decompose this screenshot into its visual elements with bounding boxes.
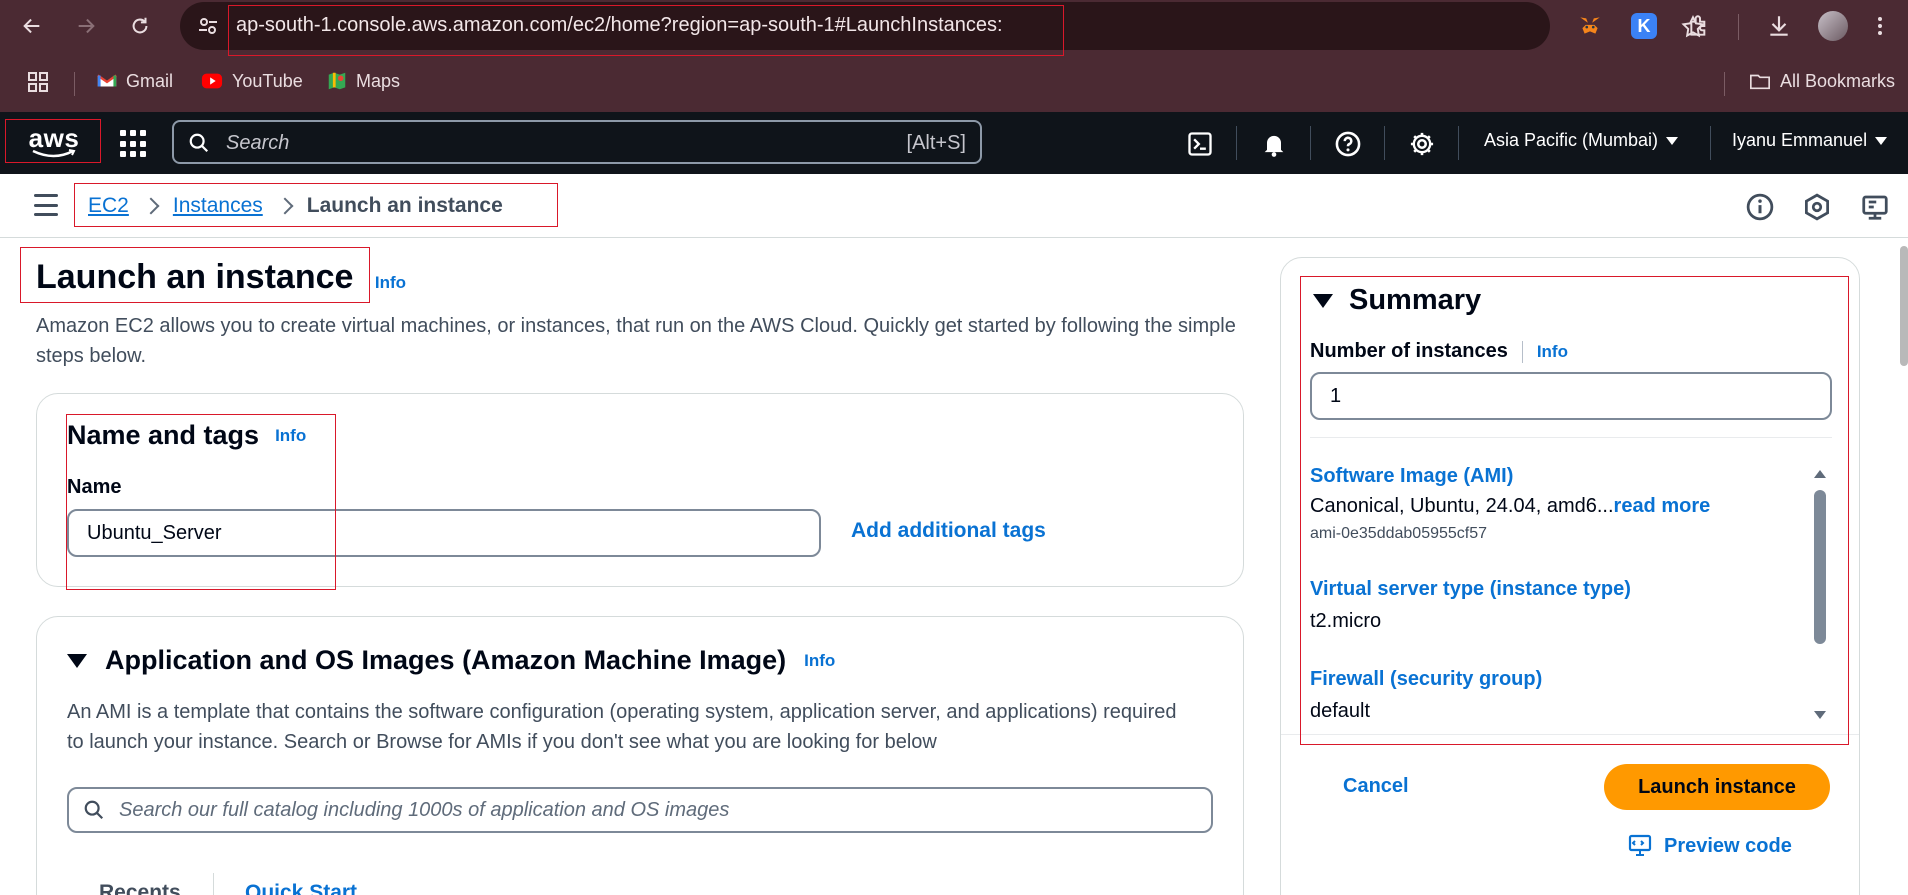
kebab-menu-icon[interactable] [1866, 12, 1894, 40]
preview-code-label: Preview code [1664, 834, 1792, 857]
search-icon [84, 800, 104, 820]
add-additional-tags-link[interactable]: Add additional tags [851, 519, 1046, 543]
nav-divider [1384, 126, 1385, 160]
arrow-right-icon [78, 18, 95, 34]
cloudshell-icon[interactable] [1186, 130, 1214, 158]
forward-button[interactable] [68, 8, 104, 44]
page-description: Amazon EC2 allows you to create virtual … [36, 315, 1236, 367]
ami-panel: Application and OS Images (Amazon Machin… [36, 616, 1244, 895]
search-icon [189, 133, 209, 153]
apps-grid-icon[interactable] [26, 70, 50, 94]
bookmark-maps[interactable]: Maps [326, 70, 400, 92]
bookmark-youtube[interactable]: YouTube [200, 70, 303, 92]
split-panel-icon[interactable] [1860, 192, 1890, 222]
bookmark-divider [74, 72, 75, 96]
preview-code-icon [1628, 834, 1652, 856]
ami-heading: Application and OS Images (Amazon Machin… [105, 645, 787, 675]
services-menu-icon[interactable] [120, 130, 148, 158]
info-circle-icon[interactable] [1745, 192, 1775, 222]
k-extension-icon[interactable]: K [1631, 13, 1657, 39]
annotation-box-summary [1300, 276, 1849, 745]
back-button[interactable] [14, 8, 50, 44]
annotation-box-logo [5, 119, 101, 163]
metamask-extension-icon[interactable] [1576, 12, 1604, 40]
annotation-box-name-tags [66, 414, 336, 590]
bookmark-label: Gmail [126, 70, 174, 91]
annotation-box-url [228, 5, 1064, 56]
bookmark-label: Maps [356, 70, 401, 91]
bookmark-label: YouTube [232, 70, 303, 91]
annotation-box-breadcrumb [74, 183, 558, 227]
reload-icon [132, 17, 148, 34]
tab-quick-start[interactable]: Quick Start [245, 881, 357, 895]
cancel-button[interactable]: Cancel [1343, 775, 1409, 798]
site-settings-icon[interactable] [196, 14, 220, 38]
nav-divider [1710, 126, 1711, 160]
ami-description: An AMI is a template that contains the s… [67, 701, 1177, 753]
account-menu[interactable]: Iyanu Emmanuel [1732, 130, 1888, 151]
bookmark-gmail[interactable]: Gmail [96, 70, 173, 92]
nav-divider [1458, 126, 1459, 160]
nav-divider [1310, 126, 1311, 160]
settings-gear-icon[interactable] [1408, 130, 1436, 158]
caret-down-icon [1875, 136, 1888, 145]
download-icon[interactable] [1765, 12, 1793, 40]
feedback-hexagon-icon[interactable] [1802, 192, 1832, 222]
ami-search-placeholder: Search our full catalog including 1000s … [119, 798, 730, 821]
all-bookmarks-label: All Bookmarks [1780, 70, 1896, 91]
ami-header[interactable]: Application and OS Images (Amazon Machin… [67, 645, 835, 676]
page-scrollbar-thumb[interactable] [1900, 246, 1908, 366]
region-selector[interactable]: Asia Pacific (Mumbai) [1484, 130, 1679, 151]
preview-code-button[interactable]: Preview code [1628, 834, 1792, 858]
launch-instance-button[interactable]: Launch instance [1604, 764, 1830, 810]
profile-avatar[interactable] [1818, 11, 1848, 41]
arrow-left-icon [23, 18, 40, 34]
tab-divider [213, 873, 214, 895]
extensions-puzzle-icon[interactable] [1686, 12, 1714, 40]
gmail-icon [97, 74, 117, 87]
collapse-triangle-icon[interactable] [67, 653, 87, 668]
bookmark-divider [1724, 72, 1725, 96]
region-label: Asia Pacific (Mumbai) [1484, 130, 1659, 150]
search-shortcut: [Alt+S] [906, 132, 966, 154]
side-nav-toggle-icon[interactable] [34, 194, 58, 216]
annotation-box-title [20, 247, 370, 303]
bookmarks-bar: Gmail YouTube Maps All Bookmarks [0, 60, 1908, 104]
search-placeholder: Search [226, 132, 290, 154]
ami-search-input[interactable]: Search our full catalog including 1000s … [67, 787, 1213, 833]
tab-recents[interactable]: Recents [99, 881, 181, 895]
reload-button[interactable] [122, 8, 158, 44]
help-icon[interactable] [1334, 130, 1362, 158]
user-name: Iyanu Emmanuel [1732, 130, 1868, 150]
notifications-bell-icon[interactable] [1260, 130, 1288, 158]
browser-chrome: ap-south-1.console.aws.amazon.com/ec2/ho… [0, 0, 1908, 112]
youtube-icon [201, 73, 223, 89]
folder-icon [1750, 74, 1770, 90]
nav-divider [1236, 126, 1237, 160]
toolbar-divider [1738, 14, 1739, 40]
all-bookmarks-button[interactable]: All Bookmarks [1748, 70, 1895, 92]
caret-down-icon [1666, 136, 1679, 145]
page-info-link[interactable]: Info [375, 273, 406, 292]
maps-icon [328, 72, 346, 90]
aws-search-input[interactable]: Search [Alt+S] [172, 120, 982, 164]
ami-info-link[interactable]: Info [804, 651, 835, 671]
aws-top-nav: aws Search [Alt+S] Asia Pacific (Mumbai)… [0, 112, 1908, 174]
